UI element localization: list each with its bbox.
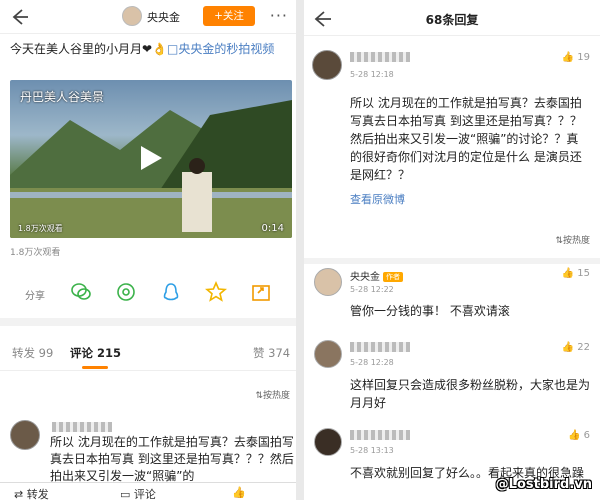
commenter-avatar[interactable]: [10, 420, 40, 450]
comment-text: 所以 沈月现在的工作就是拍写真？去泰国拍写真去日本拍写真 到这里还是拍写真？？？…: [50, 435, 294, 483]
share-label: 分享: [25, 291, 45, 302]
follow-button[interactable]: +关注: [203, 6, 255, 26]
commenter-avatar[interactable]: [314, 340, 342, 368]
reply-text: 这样回复只会造成很多粉丝脱粉，大家也是为月月好: [350, 378, 591, 410]
video-player[interactable]: 丹巴美人谷美景 1.8万次观看 0:14: [10, 80, 292, 238]
comment-label: 评论: [133, 488, 156, 500]
thumb-up-icon: 👍: [567, 430, 584, 441]
thumb-up-icon: 👍: [561, 342, 578, 353]
bottom-action-bar: ⇄ 转发 ▭ 评论 👍: [0, 482, 296, 500]
post-header: 央央金 +关注 ···: [0, 0, 296, 34]
export-icon[interactable]: [250, 281, 272, 307]
comment-date: 5-28 12:18: [350, 70, 394, 79]
qq-icon[interactable]: [160, 281, 182, 307]
play-icon[interactable]: [138, 144, 164, 172]
author-name[interactable]: 央央金: [147, 9, 180, 25]
reply-author-name: 央央金: [350, 272, 380, 283]
reply-date: 5-28 12:28: [350, 358, 394, 367]
like-button[interactable]: 👍: [232, 486, 246, 499]
blurred-username: [350, 52, 410, 62]
back-arrow-icon[interactable]: [8, 6, 30, 28]
moments-icon[interactable]: [115, 281, 137, 307]
view-count: 1.8万次观看: [10, 248, 61, 258]
watermark: @Lostbird.vn: [495, 477, 592, 492]
repost-button[interactable]: ⇄ 转发: [14, 486, 49, 500]
section-divider: [0, 318, 296, 326]
comment-text: 所以 沈月现在的工作就是拍写真？去泰国拍写真去日本拍写真 到这里还是拍写真？？？…: [350, 96, 582, 182]
like-count: 19: [577, 52, 590, 63]
section-divider: [304, 258, 600, 264]
thumb-up-icon: 👍: [561, 268, 578, 279]
like-count-button[interactable]: 👍 22: [562, 342, 590, 353]
sort-icon: ⇅: [255, 391, 263, 401]
video-play-count: 1.8万次观看: [18, 224, 63, 233]
sort-label: 按热度: [562, 236, 590, 246]
sort-by-hot[interactable]: ⇅按热度: [555, 233, 590, 246]
post-text: 今天在美人谷里的小月月❤👌□央央金的秒拍视频: [0, 34, 296, 58]
like-count-button[interactable]: 👍 6: [568, 430, 590, 441]
replies-screen: 68条回复 5-28 12:18 👍 19 所以 沈月现在的工作就是拍写真？去泰…: [304, 0, 600, 500]
like-count: 15: [577, 268, 590, 279]
replies-header: 68条回复: [304, 0, 600, 36]
repost-icon: ⇄: [14, 488, 27, 500]
video-duration: 0:14: [261, 223, 284, 234]
commenter-avatar[interactable]: [314, 428, 342, 456]
blurred-username: [350, 342, 410, 352]
thumb-up-icon: 👍: [232, 486, 246, 499]
interaction-tabs: 转发 99 评论 215 赞 374: [0, 333, 296, 371]
share-bar: 分享: [0, 275, 296, 309]
like-count: 22: [577, 342, 590, 353]
comment-button[interactable]: ▭ 评论: [120, 486, 156, 500]
comment-icon: ▭: [120, 488, 134, 500]
weibo-post-screen: 央央金 +关注 ··· 今天在美人谷里的小月月❤👌□央央金的秒拍视频 丹巴美人谷…: [0, 0, 296, 500]
sort-by-hot[interactable]: ⇅按热度: [255, 388, 290, 401]
reply-date: 5-28 12:22: [350, 285, 394, 294]
reply-author[interactable]: 央央金 作者: [350, 268, 403, 283]
like-count: 6: [583, 430, 590, 441]
commenter-avatar[interactable]: [312, 50, 342, 80]
author-avatar[interactable]: [122, 6, 142, 26]
video-overlay-title: 丹巴美人谷美景: [20, 90, 105, 104]
tab-comments[interactable]: 评论 215: [70, 345, 121, 361]
replies-title: 68条回复: [425, 13, 479, 27]
tab-likes[interactable]: 赞 374: [253, 345, 290, 361]
blurred-username: [350, 430, 410, 440]
like-count-button[interactable]: 👍 19: [562, 52, 590, 63]
repost-label: 转发: [26, 488, 49, 500]
video-link[interactable]: □央央金的秒拍视频: [167, 42, 274, 56]
author-badge: 作者: [383, 272, 403, 282]
reply-date: 5-28 13:13: [350, 446, 394, 455]
reply-text: 管你一分钱的事！ 不喜欢请滚: [350, 304, 510, 318]
thumb-up-icon: 👍: [561, 52, 578, 63]
like-count-button[interactable]: 👍 15: [562, 268, 590, 279]
blurred-username: [52, 422, 112, 432]
post-body: 今天在美人谷里的小月月❤👌: [10, 42, 167, 56]
view-original-post-link[interactable]: 查看原微博: [350, 191, 405, 207]
tab-repost[interactable]: 转发 99: [12, 345, 53, 361]
more-icon[interactable]: ···: [270, 6, 288, 25]
sort-icon: ⇅: [555, 236, 563, 246]
active-tab-indicator: [82, 366, 108, 369]
sort-label: 按热度: [262, 391, 290, 401]
author-avatar[interactable]: [314, 268, 342, 296]
wechat-icon[interactable]: [70, 281, 92, 307]
qzone-icon[interactable]: [204, 280, 228, 307]
